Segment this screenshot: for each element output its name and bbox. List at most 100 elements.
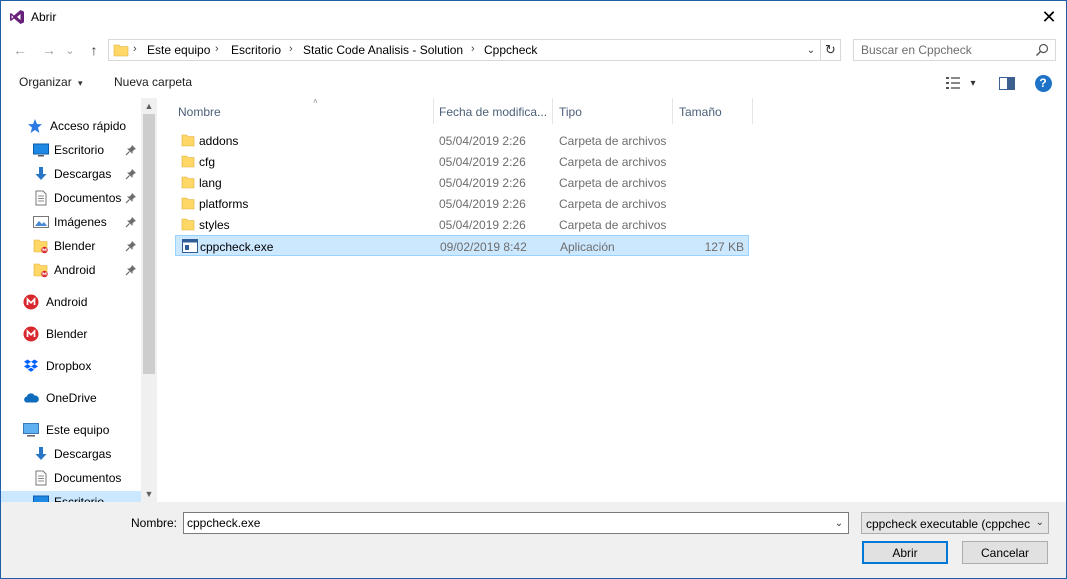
navigation-scrollbar[interactable]: ▲ ▼ xyxy=(141,98,157,502)
breadcrumb-separator[interactable]: › xyxy=(289,43,293,55)
caret-down-icon: ▾ xyxy=(970,77,976,89)
filename-combobox: ⌄ xyxy=(183,512,849,534)
sidebar-item-documentos[interactable]: Documentos xyxy=(1,467,141,489)
forward-button[interactable]: → xyxy=(39,40,59,60)
file-row[interactable]: platforms 05/04/2019 2:26 Carpeta de archi… xyxy=(175,193,749,214)
sidebar-item-label: Dropbox xyxy=(46,359,92,373)
caret-down-icon: ▾ xyxy=(78,78,83,88)
sidebar-item-acceso-rápido[interactable]: Acceso rápido xyxy=(1,115,141,137)
column-header-type[interactable]: Tipo xyxy=(553,98,673,124)
pin-icon xyxy=(125,168,137,180)
breadcrumb-escritorio[interactable]: Escritorio xyxy=(231,43,281,57)
file-size: 127 KB xyxy=(704,240,744,254)
sidebar-item-blender[interactable]: Blender xyxy=(1,323,141,345)
file-name: styles xyxy=(199,218,230,232)
breadcrumb-separator[interactable]: › xyxy=(133,43,137,55)
file-row[interactable]: cppcheck.exe 09/02/2019 8:42 Aplicación 127… xyxy=(175,235,749,256)
mega-icon xyxy=(23,294,39,310)
filename-history-dropdown[interactable]: ⌄ xyxy=(832,516,846,530)
scroll-up-arrow-icon[interactable]: ▲ xyxy=(141,98,157,114)
sidebar-item-android[interactable]: Android xyxy=(1,259,141,281)
file-row[interactable]: lang 05/04/2019 2:26 Carpeta de archivos xyxy=(175,172,749,193)
scroll-down-arrow-icon[interactable]: ▼ xyxy=(141,486,157,502)
address-history-dropdown[interactable]: ⌄ xyxy=(804,42,818,58)
sidebar-item-blender[interactable]: Blender xyxy=(1,235,141,257)
help-button[interactable]: ? xyxy=(1033,73,1053,93)
sidebar-item-onedrive[interactable]: OneDrive xyxy=(1,387,141,409)
sidebar-item-escritorio[interactable]: Escritorio xyxy=(1,139,141,161)
column-size-label: Tamaño xyxy=(679,105,722,119)
breadcrumb-este-equipo[interactable]: Este equipo xyxy=(147,43,210,57)
filename-label: Nombre: xyxy=(131,516,178,530)
file-row[interactable]: cfg 05/04/2019 2:26 Carpeta de archivos xyxy=(175,151,749,172)
organize-button[interactable]: Organizar ▾ xyxy=(19,75,83,89)
download-icon xyxy=(33,166,49,182)
search-icon[interactable] xyxy=(1035,43,1049,57)
sidebar-item-label: Blender xyxy=(46,327,88,341)
computer-icon xyxy=(23,422,39,438)
column-header-date[interactable]: Fecha de modifica... xyxy=(433,98,553,124)
file-row[interactable]: addons 05/04/2019 2:26 Carpeta de archivos xyxy=(175,130,749,151)
file-type-select[interactable]: cppcheck executable (cppcheck.exe) ⌄ xyxy=(861,512,1049,534)
help-icon: ? xyxy=(1034,74,1052,92)
star-icon xyxy=(27,118,43,134)
file-date: 05/04/2019 2:26 xyxy=(439,155,526,169)
preview-pane-button[interactable] xyxy=(997,73,1017,93)
file-row[interactable]: styles 05/04/2019 2:26 Carpeta de archivos xyxy=(175,214,749,235)
command-bar: Organizar ▾ Nueva carpeta ▾ ? xyxy=(1,69,1066,97)
breadcrumb-cppcheck[interactable]: Cppcheck xyxy=(484,43,537,57)
file-name: lang xyxy=(199,176,222,190)
sidebar-item-label: Documentos xyxy=(54,471,122,485)
breadcrumb-solution[interactable]: Static Code Analisis - Solution xyxy=(303,43,463,57)
refresh-button[interactable]: ↻ xyxy=(820,40,840,60)
open-file-dialog: Abrir ✕ ← → ⌄ ↑ › Este equipo › Escritor… xyxy=(0,0,1067,579)
sidebar-item-descargas[interactable]: Descargas xyxy=(1,163,141,185)
close-button[interactable]: ✕ xyxy=(1032,1,1066,33)
sidebar-item-este-equipo[interactable]: Este equipo xyxy=(1,419,141,441)
address-bar[interactable]: › Este equipo › Escritorio › Static Code… xyxy=(108,39,841,61)
scrollbar-thumb[interactable] xyxy=(143,114,155,374)
file-date: 05/04/2019 2:26 xyxy=(439,134,526,148)
documents-icon xyxy=(33,470,49,486)
dialog-footer: Nombre: ⌄ cppcheck executable (cppcheck.… xyxy=(1,502,1066,578)
recent-locations-button[interactable]: ⌄ xyxy=(63,40,77,60)
folder-icon xyxy=(181,154,195,168)
sidebar-item-dropbox[interactable]: Dropbox xyxy=(1,355,141,377)
folder-icon xyxy=(181,217,195,231)
breadcrumb-separator[interactable]: › xyxy=(215,43,219,55)
sidebar-item-label: Escritorio xyxy=(54,495,105,502)
sidebar-item-documentos[interactable]: Documentos xyxy=(1,187,141,209)
visual-studio-icon xyxy=(10,10,24,24)
back-button[interactable]: ← xyxy=(10,40,30,60)
up-button[interactable]: ↑ xyxy=(84,40,104,60)
sidebar-item-imágenes[interactable]: Imágenes xyxy=(1,211,141,233)
file-type: Carpeta de archivos xyxy=(559,197,667,211)
file-name: cppcheck.exe xyxy=(200,240,274,254)
column-header-name[interactable]: Nombre ˄ xyxy=(172,97,434,124)
sidebar-item-label: Android xyxy=(46,295,88,309)
desktop-icon xyxy=(33,142,49,158)
open-button[interactable]: Abrir xyxy=(862,541,948,564)
folder-icon xyxy=(181,133,195,147)
file-name: platforms xyxy=(199,197,249,211)
cancel-button[interactable]: Cancelar xyxy=(962,541,1048,564)
back-arrow-icon: ← xyxy=(13,42,27,58)
sidebar-item-escritorio[interactable]: Escritorio xyxy=(1,491,141,502)
new-folder-button[interactable]: Nueva carpeta xyxy=(114,75,192,89)
folder-icon xyxy=(181,175,195,189)
file-type-value: cppcheck executable (cppcheck.exe) xyxy=(866,517,1030,531)
column-header-size[interactable]: Tamaño xyxy=(673,98,753,124)
change-view-button[interactable]: ▾ xyxy=(941,73,981,93)
filename-input[interactable] xyxy=(184,513,829,533)
file-date: 05/04/2019 2:26 xyxy=(439,176,526,190)
column-type-label: Tipo xyxy=(559,105,582,119)
sidebar-item-android[interactable]: Android xyxy=(1,291,141,313)
sidebar-item-label: Descargas xyxy=(54,167,112,181)
file-date: 05/04/2019 2:26 xyxy=(439,197,526,211)
file-list-view: Nombre ˄ Fecha de modifica... Tipo Tamañ… xyxy=(158,97,1066,502)
search-input[interactable] xyxy=(854,40,1032,60)
organize-label: Organizar xyxy=(19,75,72,89)
breadcrumb-separator[interactable]: › xyxy=(471,43,475,55)
sidebar-item-descargas[interactable]: Descargas xyxy=(1,443,141,465)
file-type: Carpeta de archivos xyxy=(559,155,667,169)
